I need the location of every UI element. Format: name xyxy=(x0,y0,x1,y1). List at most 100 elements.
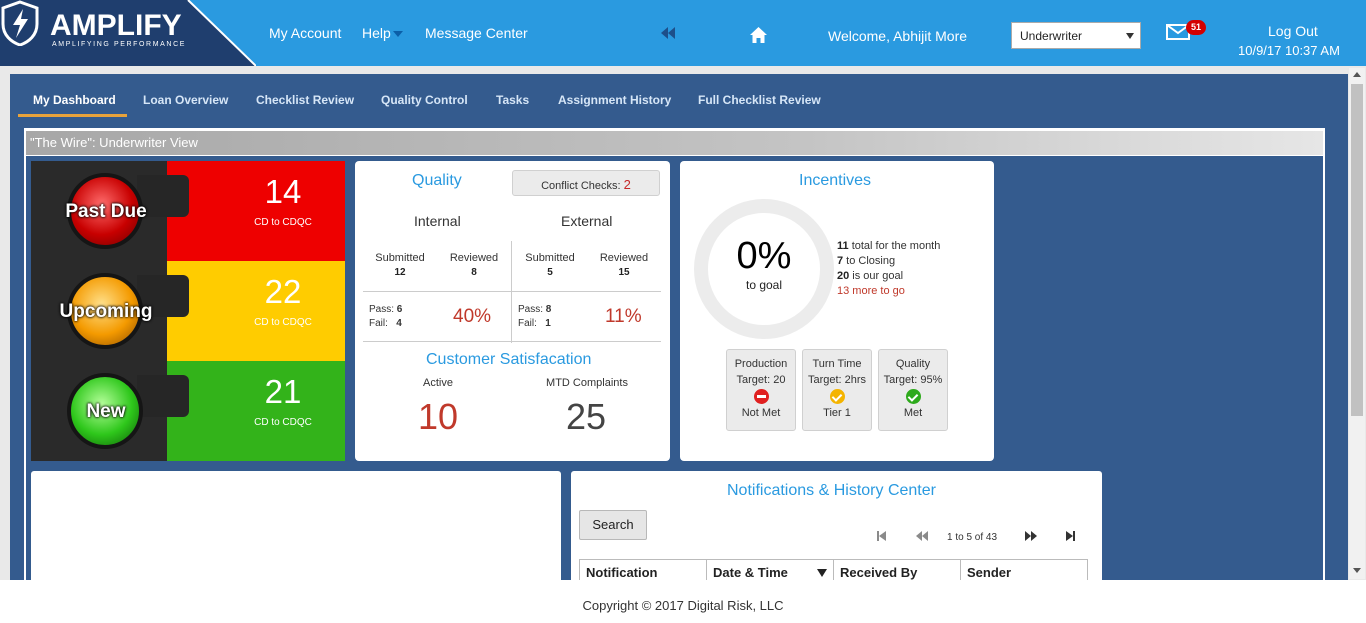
conflict-checks-value: 2 xyxy=(623,177,631,192)
check-circle-icon xyxy=(905,389,921,404)
goal-percent-sub: to goal xyxy=(745,278,783,292)
current-datetime: 10/9/17 10:37 AM xyxy=(1238,43,1340,58)
incentive-goal-text: is our goal xyxy=(849,270,904,282)
first-page-icon[interactable] xyxy=(877,531,886,541)
incentive-line-total: 11 total for the month xyxy=(837,240,940,252)
scroll-down-arrow-icon[interactable] xyxy=(1353,568,1361,573)
view-title-bar: "The Wire": Underwriter View xyxy=(26,131,1323,155)
minus-circle-icon xyxy=(753,389,769,404)
divider-line xyxy=(363,291,511,292)
upcoming-row[interactable]: Upcoming 22 CD to CDQC xyxy=(31,261,345,361)
external-reviewed-label: Reviewed xyxy=(599,252,649,264)
internal-pass-label: Pass: xyxy=(369,304,395,315)
tab-quality-control[interactable]: Quality Control xyxy=(381,93,468,107)
tile-name: Production xyxy=(734,358,788,370)
tab-checklist-review[interactable]: Checklist Review xyxy=(256,93,354,107)
tile-status: Not Met xyxy=(741,407,781,419)
goal-percent: 0% xyxy=(736,235,792,277)
quality-card: Quality Conflict Checks: 2 Internal Exte… xyxy=(355,161,670,461)
divider-line xyxy=(512,291,661,292)
mail-badge: 51 xyxy=(1186,20,1206,35)
active-tab-indicator xyxy=(18,114,127,117)
nav-help-label: Help xyxy=(362,25,391,41)
internal-fail-label: Fail: xyxy=(369,318,388,329)
welcome-text: Welcome, Abhijit More xyxy=(828,28,968,44)
tile-target: Target: 20 xyxy=(736,374,786,386)
tab-full-checklist-review[interactable]: Full Checklist Review xyxy=(698,93,821,107)
incentive-closing-text: to Closing xyxy=(843,255,896,267)
quality-title: Quality xyxy=(412,172,462,189)
external-pass-fail: Pass: 8 Fail: 1 xyxy=(518,303,551,331)
tile-target: Target: 95% xyxy=(883,374,943,386)
quality-tile[interactable]: Quality Target: 95% Met xyxy=(878,349,948,431)
pager-status: 1 to 5 of 43 xyxy=(947,532,998,543)
internal-submitted-value: 12 xyxy=(394,267,406,278)
top-header: AMPLIFY AMPLIFYING PERFORMANCE My Accoun… xyxy=(0,0,1366,66)
notifications-title: Notifications & History Center xyxy=(727,482,936,499)
conflict-checks-button[interactable]: Conflict Checks: 2 xyxy=(512,170,660,196)
past-due-row[interactable]: Past Due 14 CD to CDQC xyxy=(31,161,345,261)
internal-submitted-label: Submitted xyxy=(375,252,425,264)
external-fail-label: Fail: xyxy=(518,318,537,329)
internal-fail-value: 4 xyxy=(396,318,402,329)
past-due-sub: CD to CDQC xyxy=(254,217,312,228)
divider-line xyxy=(363,341,661,342)
internal-label: Internal xyxy=(414,213,461,229)
incentive-total-text: total for the month xyxy=(848,240,941,252)
notifications-panel: Notifications & History Center Search 1 … xyxy=(571,471,1102,591)
select-caret-icon xyxy=(1126,33,1134,39)
logout-link[interactable]: Log Out xyxy=(1268,23,1318,39)
tile-name: Quality xyxy=(895,358,931,370)
shield-logo-icon xyxy=(1,0,39,46)
external-pass-value: 8 xyxy=(545,304,552,315)
upcoming-sub: CD to CDQC xyxy=(254,317,312,328)
tile-name: Turn Time xyxy=(812,358,862,370)
incentive-line-remaining: 13 more to go xyxy=(837,285,905,297)
column-header-date-time-label: Date & Time xyxy=(713,565,788,580)
external-pass-label: Pass: xyxy=(518,304,544,315)
turn-time-tile[interactable]: Turn Time Target: 2hrs Tier 1 xyxy=(802,349,872,431)
check-circle-icon xyxy=(829,389,845,404)
tab-assignment-history[interactable]: Assignment History xyxy=(558,93,671,107)
incentive-line-goal: 20 is our goal xyxy=(837,270,903,282)
incentive-total-num: 11 xyxy=(837,240,849,252)
column-divider xyxy=(511,241,512,343)
upcoming-label: Upcoming xyxy=(59,301,153,322)
production-tile[interactable]: Production Target: 20 Not Met xyxy=(726,349,796,431)
active-label: Active xyxy=(423,377,453,389)
rewind-icon[interactable] xyxy=(661,27,675,39)
new-row[interactable]: New 21 CD to CDQC xyxy=(31,361,345,461)
tab-loan-overview[interactable]: Loan Overview xyxy=(143,93,228,107)
search-button[interactable]: Search xyxy=(579,510,647,540)
previous-page-icon[interactable] xyxy=(916,531,928,541)
external-reviewed-value: 15 xyxy=(618,267,630,278)
incentive-remaining-num: 13 xyxy=(837,285,850,297)
internal-reviewed-value: 8 xyxy=(471,267,477,278)
external-submitted-label: Submitted xyxy=(525,252,575,264)
role-select[interactable]: Underwriter xyxy=(1011,22,1141,49)
internal-pass-value: 6 xyxy=(396,304,403,315)
internal-reviewed-label: Reviewed xyxy=(449,252,499,264)
external-percent: 11% xyxy=(605,306,642,327)
upcoming-count: 22 xyxy=(264,273,302,310)
nav-my-account[interactable]: My Account xyxy=(269,25,341,41)
tab-tasks[interactable]: Tasks xyxy=(496,93,529,107)
active-value: 10 xyxy=(418,396,459,437)
home-icon[interactable] xyxy=(750,27,767,43)
scroll-up-arrow-icon[interactable] xyxy=(1353,72,1361,77)
last-page-icon[interactable] xyxy=(1066,531,1075,541)
scrollbar-thumb[interactable] xyxy=(1351,84,1363,416)
internal-percent: 40% xyxy=(453,306,492,327)
past-due-count: 14 xyxy=(264,173,302,210)
logo-block: AMPLIFY AMPLIFYING PERFORMANCE xyxy=(0,0,256,66)
next-page-icon[interactable] xyxy=(1025,531,1037,541)
nav-message-center[interactable]: Message Center xyxy=(425,25,528,41)
external-submitted-value: 5 xyxy=(547,267,553,278)
tile-status: Met xyxy=(903,407,923,419)
tab-my-dashboard[interactable]: My Dashboard xyxy=(33,93,116,107)
incentive-goal-num: 20 xyxy=(837,270,850,282)
external-fail-value: 1 xyxy=(545,318,551,329)
new-label: New xyxy=(86,401,126,422)
incentives-card: Incentives 0% to goal 11 total for the m… xyxy=(680,161,994,461)
nav-help[interactable]: Help xyxy=(362,25,403,41)
